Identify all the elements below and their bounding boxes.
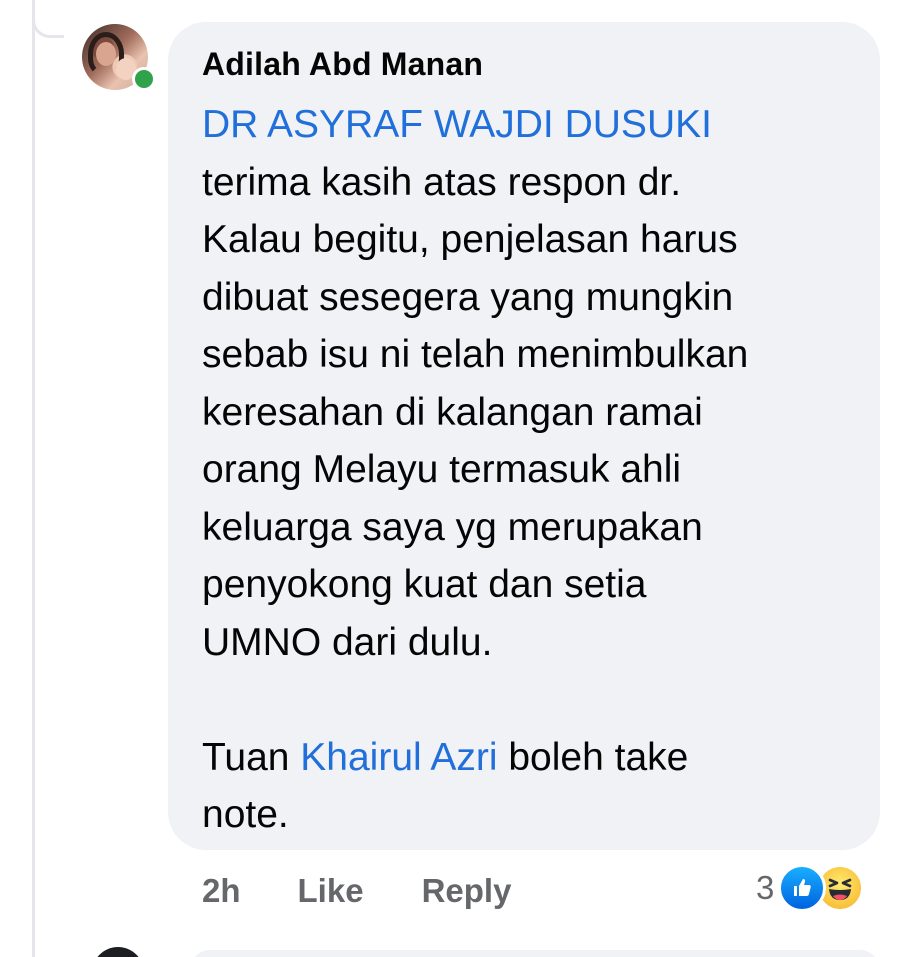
comment-thread: Adilah Abd Manan DR ASYRAF WAJDI DUSUKI … [0,0,915,957]
mention-link[interactable]: DR ASYRAF WAJDI DUSUKI [202,103,712,146]
next-comment-avatar[interactable] [92,947,144,957]
thread-branch-line [32,0,64,38]
next-comment-bubble [190,950,880,957]
comment-author-name[interactable]: Adilah Abd Manan [202,46,483,83]
comment-text-prefix: Tuan [202,735,301,779]
comment-line: note. [202,793,289,836]
like-icon [778,864,827,912]
comment-line: keresahan di kalangan ramai [202,390,703,434]
comment-body: DR ASYRAF WAJDI DUSUKI terima kasih atas… [202,96,872,844]
comment-line: keluarga saya yg merupakan [202,505,703,549]
comment-text-suffix: boleh take [497,735,689,779]
mention-link[interactable]: Khairul Azri [300,736,497,779]
like-button[interactable]: Like [298,872,364,910]
reaction-count: 3 [756,869,775,906]
comment-line: dibuat sesegera yang mungkin [202,275,734,319]
comment-line: UMNO dari dulu. [202,620,493,664]
comment-actions: 2h Like Reply [202,868,511,914]
reaction-summary[interactable]: 3 [756,862,865,914]
comment-line: sebab isu ni telah menimbulkan [202,333,749,376]
comment-line: orang Melayu termasuk ahli [202,448,682,491]
comment-line: penyokong kuat dan setia [202,563,647,606]
comment-line: Kalau begitu, penjelasan harus [202,218,738,261]
thread-connector-line [32,0,35,957]
comment-timestamp[interactable]: 2h [202,872,241,910]
online-status-dot [132,67,156,91]
reply-button[interactable]: Reply [422,872,512,910]
comment-line: terima kasih atas respon dr. [202,160,682,204]
